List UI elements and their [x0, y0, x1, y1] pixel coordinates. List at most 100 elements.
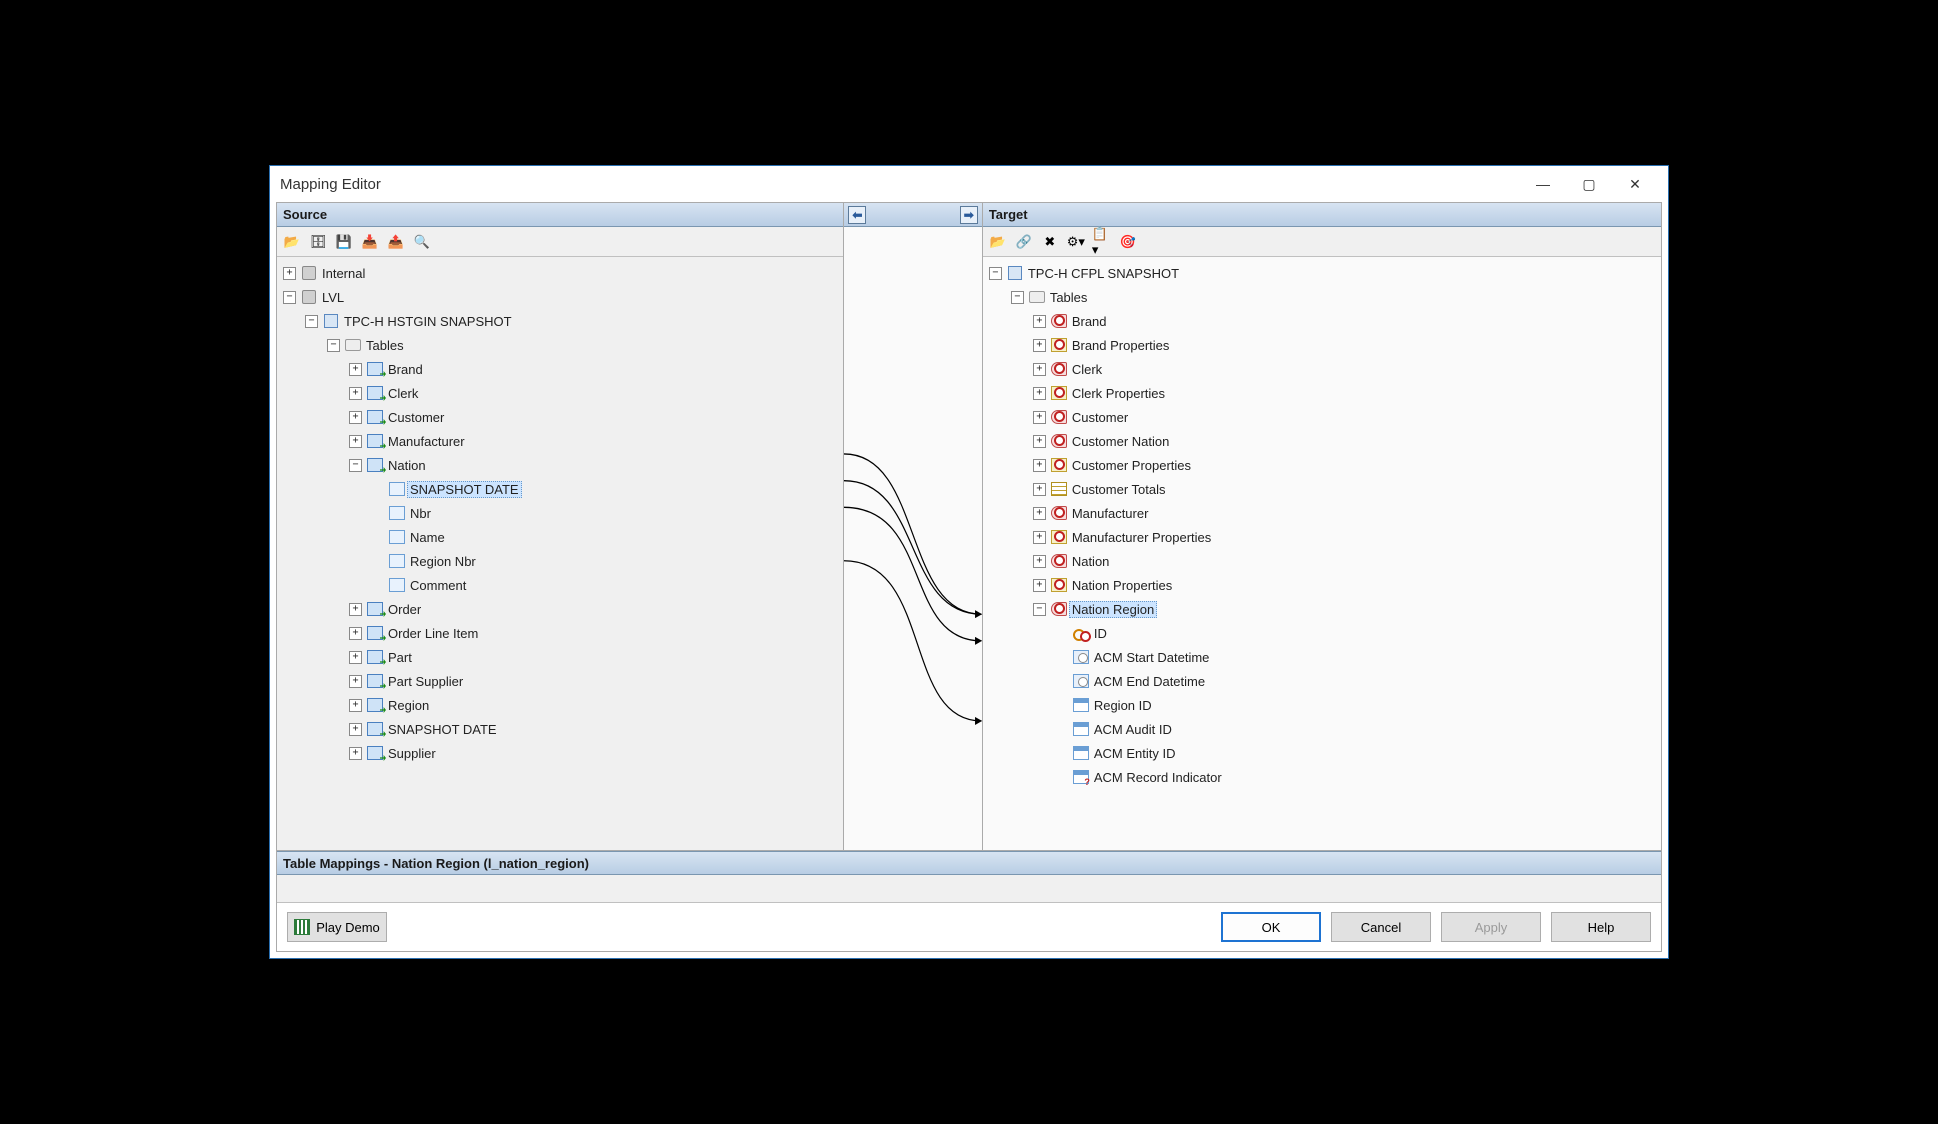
tree-node-label: Customer Totals: [1072, 482, 1166, 497]
save-icon[interactable]: 💾: [333, 231, 355, 253]
tree-node-nation[interactable]: −Nation: [277, 453, 843, 477]
tree-node-src-column[interactable]: SNAPSHOT DATE: [277, 477, 843, 501]
tree-node-src-table[interactable]: +Manufacturer: [277, 429, 843, 453]
tree-node-label: Part Supplier: [388, 674, 463, 689]
tree-node-nation-region[interactable]: −Nation Region: [983, 597, 1661, 621]
tree-node-label: Customer Properties: [1072, 458, 1191, 473]
ok-label: OK: [1262, 920, 1281, 935]
tree-node-label: Nbr: [410, 506, 431, 521]
help-button[interactable]: Help: [1551, 912, 1651, 942]
tree-node-tgt-column[interactable]: ID: [983, 621, 1661, 645]
tree-node-src-table[interactable]: +Part Supplier: [277, 669, 843, 693]
tree-node-tgt-column[interactable]: ACM End Datetime: [983, 669, 1661, 693]
source-panel: Source 📂 🗄 💾 📥 📤 🔍 +Internal −LVL −TPC-H: [277, 203, 844, 850]
map-right-button[interactable]: ➡: [960, 206, 978, 224]
tree-node-tgt-item[interactable]: +Brand Properties: [983, 333, 1661, 357]
tree-node-src-table[interactable]: +SNAPSHOT DATE: [277, 717, 843, 741]
tree-node-label: Clerk Properties: [1072, 386, 1165, 401]
window-controls: — ▢ ✕: [1520, 169, 1658, 199]
tree-node-src-table[interactable]: +Region: [277, 693, 843, 717]
tree-node-src-column[interactable]: Comment: [277, 573, 843, 597]
tree-node-label: ID: [1094, 626, 1107, 641]
tree-node-label: Region: [388, 698, 429, 713]
tree-node-src-table[interactable]: +Customer: [277, 405, 843, 429]
tree-node-tgt-item[interactable]: +Customer: [983, 405, 1661, 429]
play-demo-button[interactable]: Play Demo: [287, 912, 387, 942]
tree-node-tables[interactable]: −Tables: [277, 333, 843, 357]
tree-node-tgt-column[interactable]: ACM Record Indicator: [983, 765, 1661, 789]
maximize-button[interactable]: ▢: [1566, 169, 1612, 199]
target-toolbar: 📂 🔗 ✖ ⚙▾ 📋▾ 🎯: [983, 227, 1661, 257]
tree-node-label: Manufacturer Properties: [1072, 530, 1211, 545]
tree-node-tgt-column[interactable]: ACM Entity ID: [983, 741, 1661, 765]
tree-node-src-column[interactable]: Region Nbr: [277, 549, 843, 573]
tree-node-src-column[interactable]: Nbr: [277, 501, 843, 525]
tree-node-tgt-column[interactable]: ACM Audit ID: [983, 717, 1661, 741]
open-icon[interactable]: 📂: [281, 231, 303, 253]
tree-node-src-table[interactable]: +Brand: [277, 357, 843, 381]
import-icon[interactable]: 📥: [359, 231, 381, 253]
tree-node-src-table[interactable]: +Clerk: [277, 381, 843, 405]
film-icon: [294, 919, 310, 935]
tree-node-src-table[interactable]: +Order: [277, 597, 843, 621]
table-mappings-header: Table Mappings - Nation Region (l_nation…: [277, 851, 1661, 875]
mapping-lines-svg: [844, 227, 981, 850]
tree-node-tgt-item[interactable]: +Brand: [983, 309, 1661, 333]
source-toolbar: 📂 🗄 💾 📥 📤 🔍: [277, 227, 843, 257]
tree-node-src-table[interactable]: +Order Line Item: [277, 621, 843, 645]
map-options-icon[interactable]: ⚙▾: [1065, 231, 1087, 253]
tree-node-tgt-item[interactable]: +Customer Properties: [983, 453, 1661, 477]
ok-button[interactable]: OK: [1221, 912, 1321, 942]
help-label: Help: [1588, 920, 1615, 935]
tree-node-tgt-item[interactable]: +Manufacturer Properties: [983, 525, 1661, 549]
tree-node-label: Order Line Item: [388, 626, 478, 641]
cancel-label: Cancel: [1361, 920, 1401, 935]
unmap-icon[interactable]: ✖: [1039, 231, 1061, 253]
export-icon[interactable]: 📤: [385, 231, 407, 253]
tree-node-src-table[interactable]: +Part: [277, 645, 843, 669]
minimize-button[interactable]: —: [1520, 169, 1566, 199]
automap-icon[interactable]: 🔗: [1013, 231, 1035, 253]
tree-node-target-snapshot[interactable]: −TPC-H CFPL SNAPSHOT: [983, 261, 1661, 285]
tree-node-label: Manufacturer: [1072, 506, 1149, 521]
tree-node-tgt-item[interactable]: +Customer Totals: [983, 477, 1661, 501]
tree-node-target-tables[interactable]: −Tables: [983, 285, 1661, 309]
tree-node-label: ACM Record Indicator: [1094, 770, 1222, 785]
map-left-button[interactable]: ⬅: [848, 206, 866, 224]
tree-node-tgt-column[interactable]: Region ID: [983, 693, 1661, 717]
target-panel-header: Target: [983, 203, 1661, 227]
mapping-editor-window: Mapping Editor — ▢ ✕ Source 📂 🗄 💾 📥 📤 🔍: [269, 165, 1669, 959]
tree-node-tgt-item[interactable]: +Clerk Properties: [983, 381, 1661, 405]
tree-node-tgt-item[interactable]: +Nation Properties: [983, 573, 1661, 597]
tree-node-src-column[interactable]: Name: [277, 525, 843, 549]
tree-node-src-table[interactable]: +Supplier: [277, 741, 843, 765]
cancel-button[interactable]: Cancel: [1331, 912, 1431, 942]
tree-node-label: Nation: [1072, 554, 1110, 569]
tree-node-tgt-column[interactable]: ACM Start Datetime: [983, 645, 1661, 669]
tree-node-label: Customer: [388, 410, 444, 425]
tree-node-lvl[interactable]: −LVL: [277, 285, 843, 309]
tree-node-tgt-item[interactable]: +Nation: [983, 549, 1661, 573]
upper-panels: Source 📂 🗄 💾 📥 📤 🔍 +Internal −LVL −TPC-H: [277, 203, 1661, 851]
close-button[interactable]: ✕: [1612, 169, 1658, 199]
tree-node-label: Brand: [1072, 314, 1107, 329]
tree-node-tgt-item[interactable]: +Manufacturer: [983, 501, 1661, 525]
tree-node-tgt-item[interactable]: +Customer Nation: [983, 429, 1661, 453]
tree-node-label: Brand: [388, 362, 423, 377]
source-panel-header: Source: [277, 203, 843, 227]
validate-icon[interactable]: 🎯: [1117, 231, 1139, 253]
target-tree[interactable]: −TPC-H CFPL SNAPSHOT −Tables +Brand+Bran…: [983, 257, 1661, 850]
tree-node-label: ACM End Datetime: [1094, 674, 1205, 689]
tree-node-label: Manufacturer: [388, 434, 465, 449]
find-icon[interactable]: 🔍: [411, 231, 433, 253]
source-tree[interactable]: +Internal −LVL −TPC-H HSTGIN SNAPSHOT −T…: [277, 257, 843, 850]
tree-node-tgt-item[interactable]: +Clerk: [983, 357, 1661, 381]
apply-label: Apply: [1475, 920, 1508, 935]
target-open-icon[interactable]: 📂: [987, 231, 1009, 253]
mapping-panel-header: ⬅ ➡: [844, 203, 981, 227]
new-db-icon[interactable]: 🗄: [307, 231, 329, 253]
tree-node-snapshot[interactable]: −TPC-H HSTGIN SNAPSHOT: [277, 309, 843, 333]
tree-node-label: Nation Properties: [1072, 578, 1172, 593]
tree-node-internal[interactable]: +Internal: [277, 261, 843, 285]
filter-icon[interactable]: 📋▾: [1091, 231, 1113, 253]
